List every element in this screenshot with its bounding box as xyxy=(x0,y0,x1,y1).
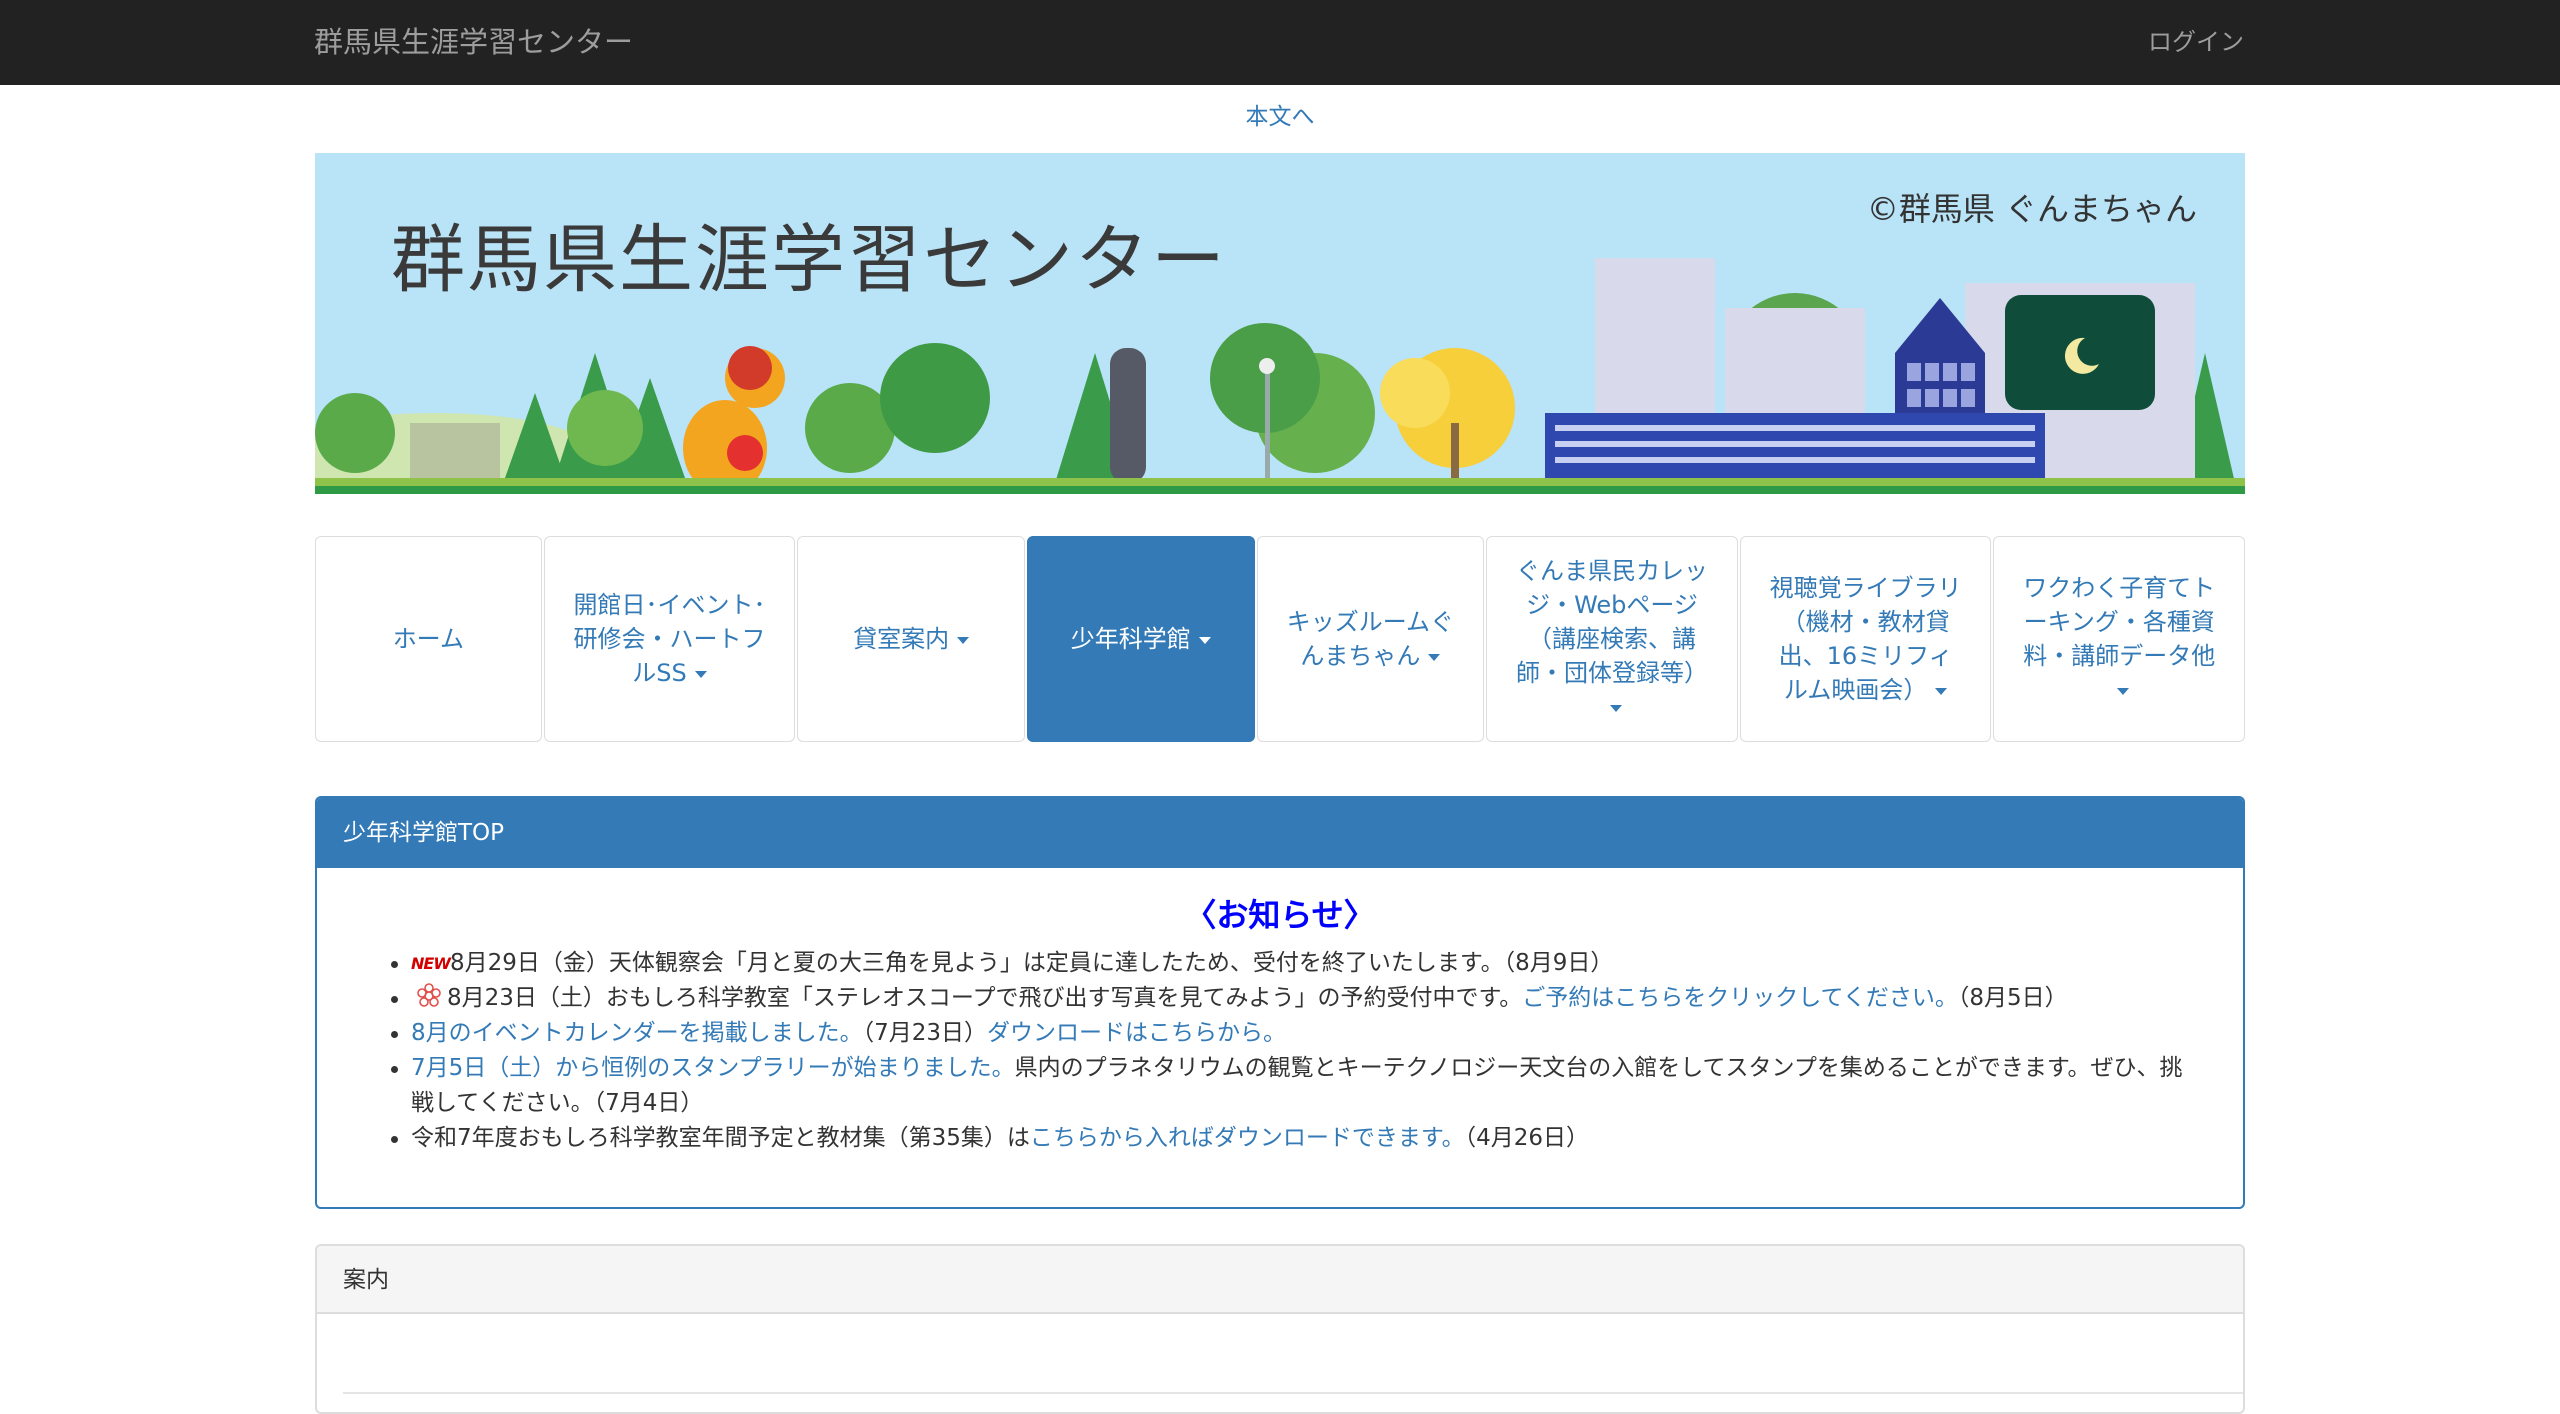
nav-room-rental-label: 貸室案内 xyxy=(853,625,950,653)
notice-title: 〈お知らせ〉 xyxy=(1184,896,1376,934)
nav-kids-room-label: キッズルームぐんまちゃん xyxy=(1286,608,1455,670)
list-item: 令和7年度おもしろ科学教室年間予定と教材集（第35集）はこちらから入ればダウンロ… xyxy=(391,1121,2203,1156)
panel-heading: 少年科学館TOP xyxy=(317,798,2243,868)
caret-down-icon xyxy=(957,636,970,644)
banner-title: 群馬県生涯学習センター xyxy=(391,217,1227,303)
caret-down-icon xyxy=(1428,653,1441,661)
nav-room-rental-text: 貸室案内 xyxy=(853,622,970,656)
guide-panel: 案内 xyxy=(315,1244,2245,1414)
materials-download-link[interactable]: こちらから入ればダウンロードできます。 xyxy=(1030,1125,1465,1151)
nav-av-library-label: 視聴覚ライブラリ（機材・教材貸出、16ミリフィルム映画会） xyxy=(1769,574,1962,704)
reservation-link[interactable]: ご予約はこちらをクリックしてください。 xyxy=(1522,985,1958,1011)
skip-to-content-link[interactable]: 本文へ xyxy=(0,100,2560,134)
nav-av-library-text: 視聴覚ライブラリ（機材・教材貸出、16ミリフィルム映画会） xyxy=(1767,571,1965,707)
nav-science-museum-text: 少年科学館 xyxy=(1071,622,1211,656)
nav-room-rental[interactable]: 貸室案内 xyxy=(797,536,1025,742)
nav-prefectural-college[interactable]: ぐんま県民カレッジ・Webページ（講座検索、講師・団体登録等） xyxy=(1486,536,1738,742)
notice-date: （8月5日） xyxy=(1957,985,2068,1011)
new-badge: NEW xyxy=(411,954,451,973)
nav-kids-room-text: キッズルームぐんまちゃん xyxy=(1284,605,1458,673)
nav-parenting-talking-label: ワクわく子育てトーキング・各種資料・講師データ他 xyxy=(2023,574,2216,670)
panel-heading: 案内 xyxy=(317,1246,2243,1314)
list-item: NEW8月29日（金）天体観察会「月と夏の大三角を見よう」は定員に達したため、受… xyxy=(391,946,2203,981)
list-item: 8月のイベントカレンダーを掲載しました。（7月23日）ダウンロードはこちらから。 xyxy=(391,1016,2203,1051)
list-item: 8月23日（土）おもしろ科学教室「ステレオスコープで飛び出す写真を見てみよう」の… xyxy=(391,981,2203,1016)
notice-list: NEW8月29日（金）天体観察会「月と夏の大三角を見よう」は定員に達したため、受… xyxy=(391,946,2203,1156)
login-link[interactable]: ログイン xyxy=(2148,22,2244,62)
nav-prefectural-college-text: ぐんま県民カレッジ・Webページ（講座検索、講師・団体登録等） xyxy=(1513,554,1711,724)
notice-date: （7月23日） xyxy=(862,1020,988,1046)
event-calendar-link[interactable]: 8月のイベントカレンダーを掲載しました。 xyxy=(411,1020,863,1046)
caret-down-icon xyxy=(1610,704,1623,712)
caret-down-icon xyxy=(1935,687,1948,695)
flower-icon xyxy=(417,983,441,1007)
notice-text: 令和7年度おもしろ科学教室年間予定と教材集（第35集）は xyxy=(411,1125,1030,1151)
nav-events-text: 開館日･イベント･研修会・ハートフルSS xyxy=(571,588,769,690)
notice-text: 8月23日（土）おもしろ科学教室「ステレオスコープで飛び出す写真を見てみよう」の… xyxy=(447,985,1523,1011)
nav-events[interactable]: 開館日･イベント･研修会・ハートフルSS xyxy=(543,536,796,742)
notice-date: （4月26日） xyxy=(1464,1125,1590,1151)
notice-text: 8月29日（金）天体観察会「月と夏の大三角を見よう」は定員に達したため、受付を終… xyxy=(449,950,1614,976)
list-item: 7月5日（土）から恒例のスタンプラリーが始まりました。県内のプラネタリウムの観覧… xyxy=(391,1051,2203,1121)
science-museum-panel: 少年科学館TOP 〈お知らせ〉 NEW8月29日（金）天体観察会「月と夏の大三角… xyxy=(315,796,2245,1209)
stamp-rally-link[interactable]: 7月5日（土）から恒例のスタンプラリーが始まりました。 xyxy=(411,1055,1015,1081)
caret-down-icon xyxy=(694,670,707,678)
site-title[interactable]: 群馬県生涯学習センター xyxy=(314,22,633,62)
nav-science-museum-label: 少年科学館 xyxy=(1070,625,1191,653)
nav-events-label: 開館日･イベント･研修会・ハートフルSS xyxy=(573,591,766,687)
nav-parenting-talking-text: ワクわく子育てトーキング・各種資料・講師データ他 xyxy=(2020,571,2218,707)
nav-prefectural-college-label: ぐんま県民カレッジ・Webページ（講座検索、講師・団体登録等） xyxy=(1516,557,1709,687)
header-banner: 群馬県生涯学習センター ©群馬県 ぐんまちゃん xyxy=(315,153,2245,494)
nav-science-museum[interactable]: 少年科学館 xyxy=(1026,536,1255,742)
top-navbar: 群馬県生涯学習センター ログイン xyxy=(0,0,2560,85)
nav-kids-room[interactable]: キッズルームぐんまちゃん xyxy=(1256,536,1485,742)
caret-down-icon xyxy=(1198,636,1211,644)
main-nav: ホーム 開館日･イベント･研修会・ハートフルSS 貸室案内 少年科学館 キッズル… xyxy=(315,536,2245,742)
divider xyxy=(343,1392,2243,1394)
nav-home[interactable]: ホーム xyxy=(315,536,542,742)
caret-down-icon xyxy=(2117,687,2130,695)
nav-parenting-talking[interactable]: ワクわく子育てトーキング・各種資料・講師データ他 xyxy=(1993,536,2245,742)
nav-av-library[interactable]: 視聴覚ライブラリ（機材・教材貸出、16ミリフィルム映画会） xyxy=(1739,536,1992,742)
download-link[interactable]: ダウンロードはこちらから。 xyxy=(987,1020,1286,1046)
nav-home-label: ホーム xyxy=(392,625,464,653)
banner-credit: ©群馬県 ぐんまちゃん xyxy=(1866,190,2197,228)
